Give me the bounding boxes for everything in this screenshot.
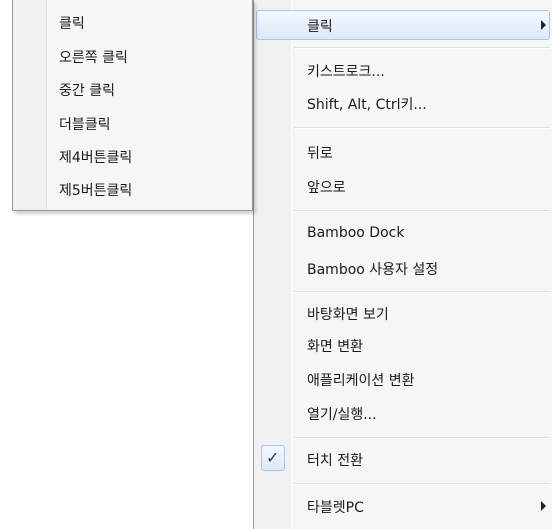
menu-item-label: 키스트로크... [307,64,385,80]
menu-item-open-run[interactable]: 열기/실행... [256,398,550,428]
menu-item-show-desktop[interactable]: 바탕화면 보기 [256,298,550,328]
menu-item-label: 애플리케이션 변환 [307,373,415,389]
menu-item-label: Shift, Alt, Ctrl키... [307,97,427,113]
menu-item-bamboo-dock[interactable]: Bamboo Dock [256,219,550,249]
menu-separator [294,483,550,485]
submenu-item-right-click[interactable]: 오른쪽 클릭 [14,45,250,69]
menu-separator [294,47,550,49]
submenu-item-double-click[interactable]: 더블클릭 [14,112,250,136]
menu-item-label: Bamboo 사용자 설정 [307,262,439,278]
menu-item-label: 타블렛PC [307,500,364,516]
menu-item-label: 화면 변환 [307,339,363,355]
submenu-arrow-icon [541,501,546,511]
submenu-item-click[interactable]: 클릭 [14,11,250,35]
menu-item-forward[interactable]: 앞으로 [256,171,550,201]
menu-item-label: 열기/실행... [307,407,377,423]
menu-item-keystroke[interactable]: 키스트로크... [256,55,550,85]
menu-separator [294,210,550,212]
menu-item-label: 앞으로 [307,180,346,196]
menu-separator [294,127,550,129]
menu-item-label: Bamboo Dock [307,225,405,241]
submenu-item-button4-click[interactable]: 제4버튼클릭 [14,145,250,169]
submenu-item-label: 더블클릭 [59,117,111,133]
menu-item-bamboo-user-settings[interactable]: Bamboo 사용자 설정 [256,253,550,283]
submenu-item-label: 오른쪽 클릭 [59,50,128,66]
submenu-item-label: 제4버튼클릭 [59,150,133,166]
submenu-item-button5-click[interactable]: 제5버튼클릭 [14,178,250,202]
menu-item-application-switch[interactable]: 애플리케이션 변환 [256,364,550,394]
submenu-item-label: 제5버튼클릭 [59,183,133,199]
menu-item-label: 바탕화면 보기 [307,307,389,323]
menu-item-back[interactable]: 뒤로 [256,137,550,167]
submenu-arrow-icon [541,20,546,30]
click-submenu: 클릭 오른쪽 클릭 중간 클릭 더블클릭 제4버튼클릭 제5버튼클릭 [12,0,253,211]
submenu-item-middle-click[interactable]: 중간 클릭 [14,78,250,102]
menu-item-tablet-pc[interactable]: 타블렛PC [256,491,550,521]
menu-item-click[interactable]: 클릭 [256,10,550,40]
menu-separator [294,291,550,293]
menu-item-touch-toggle[interactable]: 터치 전환 [256,444,550,474]
menu-item-modifier-keys[interactable]: Shift, Alt, Ctrl키... [256,88,550,118]
submenu-item-label: 클릭 [59,16,85,32]
menu-item-label: 터치 전환 [307,453,363,469]
menu-item-label: 클릭 [307,19,333,35]
submenu-item-label: 중간 클릭 [59,83,115,99]
menu-item-screen-switch[interactable]: 화면 변환 [256,330,550,360]
menu-separator [294,437,550,439]
menu-item-label: 뒤로 [307,146,333,162]
context-menu: 클릭 키스트로크... Shift, Alt, Ctrl키... 뒤로 앞으로 … [253,0,552,529]
